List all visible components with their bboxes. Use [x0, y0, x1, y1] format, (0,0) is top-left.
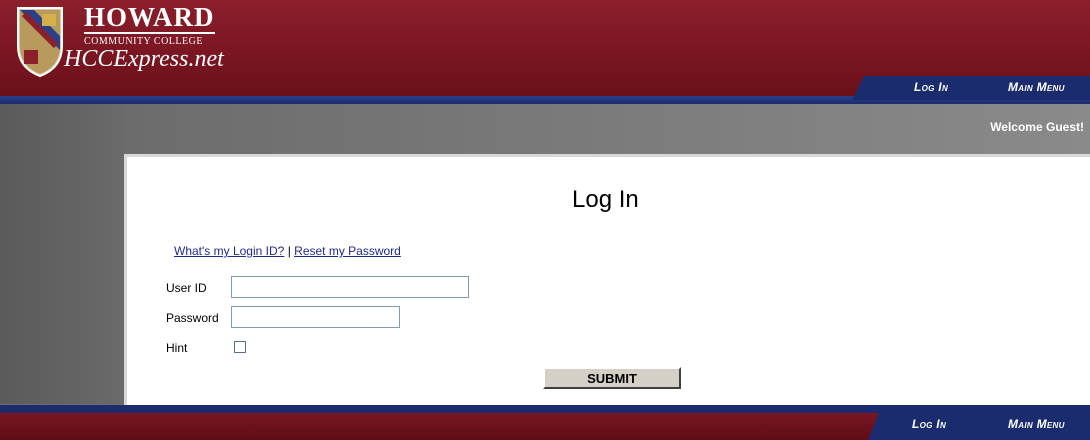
user-id-input[interactable]	[231, 276, 469, 298]
logo-portal-name: HCCExpress.net	[64, 46, 224, 72]
welcome-strip	[124, 104, 1090, 154]
top-nav-main-menu-link[interactable]: Main Menu	[1008, 80, 1065, 94]
welcome-message: Welcome Guest!	[990, 120, 1084, 134]
bottom-nav-main-menu-link[interactable]: Main Menu	[1008, 417, 1065, 431]
help-links: What's my Login ID? | Reset my Password	[174, 244, 401, 258]
login-id-help-link[interactable]: What's my Login ID?	[174, 244, 284, 258]
hint-checkbox[interactable]	[234, 341, 246, 353]
user-id-label: User ID	[166, 281, 207, 295]
top-nav: Log In Main Menu	[852, 76, 1090, 100]
password-input[interactable]	[231, 306, 400, 328]
submit-button[interactable]: SUBMIT	[543, 367, 681, 389]
hint-label: Hint	[166, 341, 188, 355]
page-title: Log In	[572, 186, 639, 213]
reset-password-link[interactable]: Reset my Password	[294, 244, 401, 258]
password-label: Password	[166, 311, 219, 325]
top-nav-login-link[interactable]: Log In	[914, 80, 948, 94]
college-seal-icon	[17, 7, 63, 78]
logo-college-name: HOWARD	[84, 2, 215, 34]
bottom-nav: Log In Main Menu	[868, 405, 1090, 440]
left-sidebar	[0, 104, 124, 404]
bottom-nav-login-link[interactable]: Log In	[912, 417, 946, 431]
help-link-separator: |	[287, 244, 291, 258]
